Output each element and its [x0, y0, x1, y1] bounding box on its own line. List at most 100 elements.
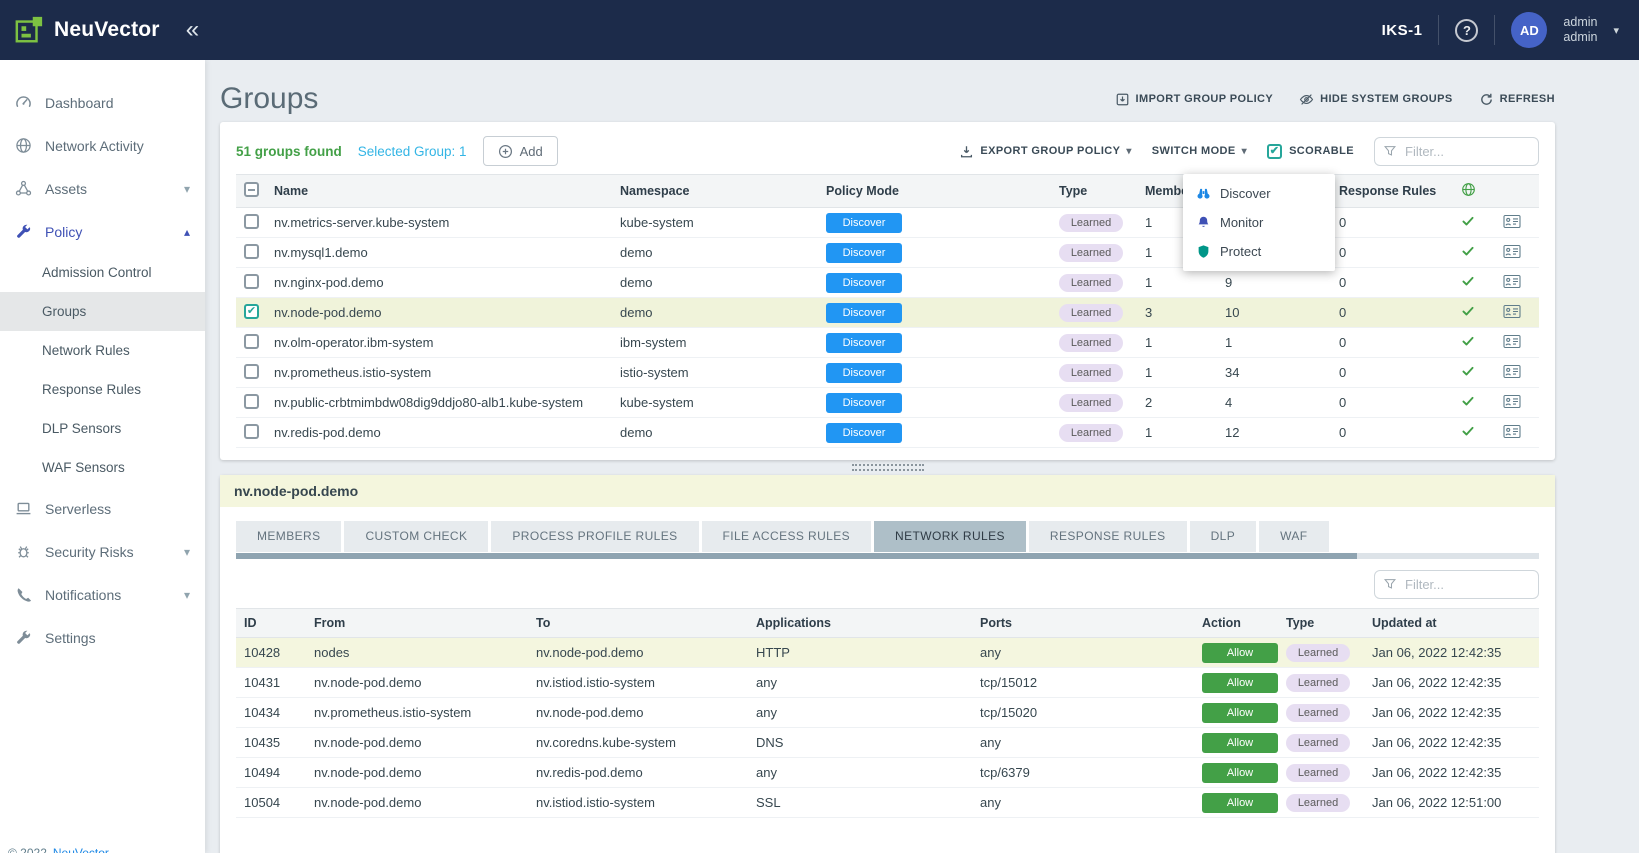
- row-checkbox[interactable]: [244, 214, 259, 229]
- column-header-from[interactable]: From: [306, 609, 528, 638]
- tab-members[interactable]: MEMBERS: [236, 521, 341, 552]
- sidebar-item-dashboard[interactable]: Dashboard: [0, 81, 205, 124]
- policy-mode-button[interactable]: Discover: [826, 213, 902, 233]
- sidebar-item-policy[interactable]: Policy ▴: [0, 210, 205, 253]
- group-details-icon[interactable]: [1503, 244, 1521, 259]
- export-group-policy-button[interactable]: EXPORT GROUP POLICY ▾: [959, 144, 1131, 159]
- rule-action-button[interactable]: Allow: [1202, 793, 1278, 813]
- column-header-applications[interactable]: Applications: [748, 609, 972, 638]
- column-header-ports[interactable]: Ports: [972, 609, 1194, 638]
- row-checkbox[interactable]: [244, 274, 259, 289]
- tab-custom-check[interactable]: CUSTOM CHECK: [344, 521, 488, 552]
- group-row[interactable]: nv.mysql1.demo demo Discover Learned 1 4…: [236, 238, 1539, 268]
- sidebar-item-assets[interactable]: Assets ▾: [0, 167, 205, 210]
- column-header-policy-mode[interactable]: Policy Mode: [818, 175, 1051, 208]
- sidebar-item-dlp-sensors[interactable]: DLP Sensors: [0, 409, 205, 448]
- group-row[interactable]: nv.node-pod.demo demo Discover Learned 3…: [236, 298, 1539, 328]
- group-details-icon[interactable]: [1503, 364, 1521, 379]
- splitter-grip-icon[interactable]: [852, 464, 924, 471]
- sidebar-item-network-activity[interactable]: Network Activity: [0, 124, 205, 167]
- group-details-icon[interactable]: [1503, 214, 1521, 229]
- help-icon[interactable]: ?: [1455, 19, 1478, 42]
- select-all-checkbox[interactable]: [244, 182, 259, 197]
- scorable-toggle[interactable]: SCORABLE: [1267, 144, 1354, 159]
- policy-mode-button[interactable]: Discover: [826, 423, 902, 443]
- column-header-namespace[interactable]: Namespace: [612, 175, 818, 208]
- mode-menu-item-monitor[interactable]: Monitor: [1183, 208, 1335, 237]
- rule-action-button[interactable]: Allow: [1202, 643, 1278, 663]
- group-details-icon[interactable]: [1503, 304, 1521, 319]
- tab-dlp[interactable]: DLP: [1190, 521, 1257, 552]
- sidebar-item-security-risks[interactable]: Security Risks ▾: [0, 530, 205, 573]
- rule-row[interactable]: 10435 nv.node-pod.demo nv.coredns.kube-s…: [236, 728, 1539, 758]
- sidebar-item-waf-sensors[interactable]: WAF Sensors: [0, 448, 205, 487]
- column-header-type[interactable]: Type: [1051, 175, 1137, 208]
- group-details-icon[interactable]: [1503, 394, 1521, 409]
- rule-action-button[interactable]: Allow: [1202, 703, 1278, 723]
- sidebar-collapse-button[interactable]: «: [186, 18, 199, 42]
- refresh-button[interactable]: REFRESH: [1479, 92, 1555, 107]
- column-header-id[interactable]: ID: [236, 609, 306, 638]
- policy-mode-button[interactable]: Discover: [826, 273, 902, 293]
- policy-mode-button[interactable]: Discover: [826, 393, 902, 413]
- switch-mode-button[interactable]: SWITCH MODE ▾: [1152, 145, 1247, 157]
- row-checkbox[interactable]: [244, 364, 259, 379]
- column-header-action[interactable]: Action: [1194, 609, 1278, 638]
- group-row[interactable]: nv.metrics-server.kube-system kube-syste…: [236, 208, 1539, 238]
- group-details-icon[interactable]: [1503, 334, 1521, 349]
- column-header-name[interactable]: Name: [266, 175, 612, 208]
- rule-row[interactable]: 10428 nodes nv.node-pod.demo HTTP any Al…: [236, 638, 1539, 668]
- chevron-down-icon[interactable]: ▾: [1613, 24, 1619, 37]
- column-header-response-rules[interactable]: Response Rules: [1331, 175, 1453, 208]
- neuvector-link[interactable]: NeuVector: [53, 846, 109, 853]
- row-checkbox[interactable]: [244, 244, 259, 259]
- cluster-name[interactable]: IKS-1: [1382, 22, 1423, 39]
- mode-menu-item-discover[interactable]: Discover: [1183, 179, 1335, 208]
- import-group-policy-button[interactable]: IMPORT GROUP POLICY: [1115, 92, 1274, 107]
- sidebar-item-settings[interactable]: Settings: [0, 616, 205, 659]
- group-row[interactable]: nv.public-crbtmimbdw08dig9ddjo80-alb1.ku…: [236, 388, 1539, 418]
- groups-filter-input[interactable]: [1374, 137, 1539, 166]
- policy-mode-button[interactable]: Discover: [826, 243, 902, 263]
- rule-row[interactable]: 10431 nv.node-pod.demo nv.istiod.istio-s…: [236, 668, 1539, 698]
- tab-response-rules[interactable]: RESPONSE RULES: [1029, 521, 1187, 552]
- group-row[interactable]: nv.nginx-pod.demo demo Discover Learned …: [236, 268, 1539, 298]
- row-checkbox[interactable]: [244, 304, 259, 319]
- column-header-type[interactable]: Type: [1278, 609, 1364, 638]
- sidebar-item-groups[interactable]: Groups: [0, 292, 205, 331]
- mode-menu-item-protect[interactable]: Protect: [1183, 237, 1335, 266]
- rule-action-button[interactable]: Allow: [1202, 673, 1278, 693]
- column-header-updated-at[interactable]: Updated at: [1364, 609, 1539, 638]
- sidebar-item-admission-control[interactable]: Admission Control: [0, 253, 205, 292]
- group-row[interactable]: nv.olm-operator.ibm-system ibm-system Di…: [236, 328, 1539, 358]
- sidebar-item-serverless[interactable]: Serverless: [0, 487, 205, 530]
- sidebar-item-notifications[interactable]: Notifications ▾: [0, 573, 205, 616]
- policy-mode-button[interactable]: Discover: [826, 333, 902, 353]
- scorable-checkbox[interactable]: [1267, 144, 1282, 159]
- sidebar-item-network-rules[interactable]: Network Rules: [0, 331, 205, 370]
- group-details-icon[interactable]: [1503, 274, 1521, 289]
- tab-file-access-rules[interactable]: FILE ACCESS RULES: [702, 521, 872, 552]
- panel-splitter[interactable]: [220, 460, 1555, 475]
- group-row[interactable]: nv.prometheus.istio-system istio-system …: [236, 358, 1539, 388]
- rule-row[interactable]: 10494 nv.node-pod.demo nv.redis-pod.demo…: [236, 758, 1539, 788]
- add-group-button[interactable]: Add: [483, 136, 558, 166]
- user-menu[interactable]: admin admin: [1563, 15, 1597, 45]
- tab-process-profile-rules[interactable]: PROCESS PROFILE RULES: [491, 521, 698, 552]
- rule-row[interactable]: 10504 nv.node-pod.demo nv.istiod.istio-s…: [236, 788, 1539, 818]
- tab-network-rules[interactable]: NETWORK RULES: [874, 521, 1026, 552]
- group-row[interactable]: nv.redis-pod.demo demo Discover Learned …: [236, 418, 1539, 448]
- policy-mode-button[interactable]: Discover: [826, 363, 902, 383]
- group-details-icon[interactable]: [1503, 424, 1521, 439]
- rules-filter-input[interactable]: [1374, 570, 1539, 599]
- row-checkbox[interactable]: [244, 394, 259, 409]
- rule-action-button[interactable]: Allow: [1202, 733, 1278, 753]
- row-checkbox[interactable]: [244, 334, 259, 349]
- hide-system-groups-button[interactable]: HIDE SYSTEM GROUPS: [1299, 92, 1453, 107]
- avatar[interactable]: AD: [1511, 12, 1547, 48]
- rule-action-button[interactable]: Allow: [1202, 763, 1278, 783]
- column-header-to[interactable]: To: [528, 609, 748, 638]
- policy-mode-button[interactable]: Discover: [826, 303, 902, 323]
- rule-row[interactable]: 10434 nv.prometheus.istio-system nv.node…: [236, 698, 1539, 728]
- row-checkbox[interactable]: [244, 424, 259, 439]
